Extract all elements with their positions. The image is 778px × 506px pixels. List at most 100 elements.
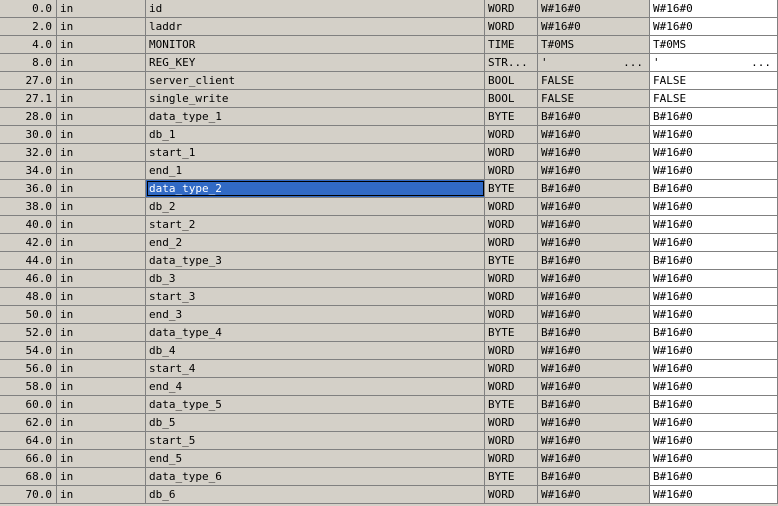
data-type-cell[interactable]: BYTE: [485, 180, 538, 197]
data-type-cell[interactable]: WORD: [485, 126, 538, 143]
initial-value-cell[interactable]: W#16#0: [538, 126, 650, 143]
initial-value-cell[interactable]: B#16#0: [538, 468, 650, 485]
table-row[interactable]: 4.0 in MONITOR TIME T#0MS T#0MS: [0, 36, 778, 54]
initial-value-cell[interactable]: B#16#0: [538, 252, 650, 269]
declaration-cell[interactable]: in: [57, 144, 146, 161]
table-row[interactable]: 2.0 in laddr WORD W#16#0 W#16#0: [0, 18, 778, 36]
initial-value-cell[interactable]: W#16#0: [538, 486, 650, 503]
initial-value-cell[interactable]: W#16#0: [538, 450, 650, 467]
table-row[interactable]: 58.0 in end_4 WORD W#16#0 W#16#0: [0, 378, 778, 396]
table-row[interactable]: 36.0 in data_type_2 BYTE B#16#0 B#16#0: [0, 180, 778, 198]
table-row[interactable]: 27.0 in server_client BOOL FALSE FALSE: [0, 72, 778, 90]
initial-value-cell[interactable]: B#16#0: [538, 180, 650, 197]
actual-value-cell[interactable]: FALSE: [650, 90, 778, 107]
declaration-cell[interactable]: in: [57, 198, 146, 215]
actual-value-cell[interactable]: B#16#0: [650, 396, 778, 413]
data-type-cell[interactable]: WORD: [485, 162, 538, 179]
table-row[interactable]: 70.0 in db_6 WORD W#16#0 W#16#0: [0, 486, 778, 504]
actual-value-cell[interactable]: W#16#0: [650, 432, 778, 449]
data-type-cell[interactable]: STR...: [485, 54, 538, 71]
declaration-cell[interactable]: in: [57, 324, 146, 341]
table-row[interactable]: 52.0 in data_type_4 BYTE B#16#0 B#16#0: [0, 324, 778, 342]
data-type-cell[interactable]: WORD: [485, 360, 538, 377]
declaration-cell[interactable]: in: [57, 360, 146, 377]
variable-name-cell[interactable]: start_4: [146, 360, 485, 377]
variable-name-cell[interactable]: db_2: [146, 198, 485, 215]
table-row[interactable]: 40.0 in start_2 WORD W#16#0 W#16#0: [0, 216, 778, 234]
variable-name-cell[interactable]: start_2: [146, 216, 485, 233]
actual-value-cell[interactable]: B#16#0: [650, 468, 778, 485]
actual-value-cell[interactable]: B#16#0: [650, 108, 778, 125]
actual-value-cell[interactable]: W#16#0: [650, 126, 778, 143]
declaration-cell[interactable]: in: [57, 162, 146, 179]
initial-value-cell[interactable]: W#16#0: [538, 306, 650, 323]
declaration-cell[interactable]: in: [57, 432, 146, 449]
declaration-cell[interactable]: in: [57, 342, 146, 359]
data-type-cell[interactable]: WORD: [485, 414, 538, 431]
ellipsis-button[interactable]: ...: [751, 54, 771, 71]
table-row[interactable]: 66.0 in end_5 WORD W#16#0 W#16#0: [0, 450, 778, 468]
actual-value-cell[interactable]: T#0MS: [650, 36, 778, 53]
data-type-cell[interactable]: BYTE: [485, 396, 538, 413]
declaration-cell[interactable]: in: [57, 396, 146, 413]
variable-name-cell[interactable]: data_type_1: [146, 108, 485, 125]
data-type-cell[interactable]: BYTE: [485, 468, 538, 485]
data-type-cell[interactable]: BOOL: [485, 72, 538, 89]
variable-name-cell[interactable]: db_1: [146, 126, 485, 143]
declaration-cell[interactable]: in: [57, 270, 146, 287]
actual-value-cell[interactable]: W#16#0: [650, 306, 778, 323]
table-row[interactable]: 60.0 in data_type_5 BYTE B#16#0 B#16#0: [0, 396, 778, 414]
data-type-cell[interactable]: WORD: [485, 198, 538, 215]
table-row[interactable]: 27.1 in single_write BOOL FALSE FALSE: [0, 90, 778, 108]
actual-value-cell[interactable]: FALSE: [650, 72, 778, 89]
declaration-cell[interactable]: in: [57, 54, 146, 71]
declaration-cell[interactable]: in: [57, 486, 146, 503]
data-type-cell[interactable]: WORD: [485, 450, 538, 467]
declaration-cell[interactable]: in: [57, 216, 146, 233]
variable-name-cell[interactable]: end_1: [146, 162, 485, 179]
variable-name-cell[interactable]: server_client: [146, 72, 485, 89]
initial-value-cell[interactable]: W#16#0: [538, 198, 650, 215]
actual-value-cell[interactable]: '...: [650, 54, 778, 71]
variable-name-cell[interactable]: MONITOR: [146, 36, 485, 53]
variable-name-cell[interactable]: data_type_3: [146, 252, 485, 269]
data-type-cell[interactable]: WORD: [485, 18, 538, 35]
table-row[interactable]: 56.0 in start_4 WORD W#16#0 W#16#0: [0, 360, 778, 378]
table-row[interactable]: 54.0 in db_4 WORD W#16#0 W#16#0: [0, 342, 778, 360]
declaration-cell[interactable]: in: [57, 126, 146, 143]
table-row[interactable]: 38.0 in db_2 WORD W#16#0 W#16#0: [0, 198, 778, 216]
variable-name-cell[interactable]: db_3: [146, 270, 485, 287]
initial-value-cell[interactable]: W#16#0: [538, 360, 650, 377]
data-type-cell[interactable]: BYTE: [485, 324, 538, 341]
table-row[interactable]: 46.0 in db_3 WORD W#16#0 W#16#0: [0, 270, 778, 288]
initial-value-cell[interactable]: B#16#0: [538, 324, 650, 341]
actual-value-cell[interactable]: W#16#0: [650, 18, 778, 35]
table-row[interactable]: 44.0 in data_type_3 BYTE B#16#0 B#16#0: [0, 252, 778, 270]
declaration-cell[interactable]: in: [57, 306, 146, 323]
data-type-cell[interactable]: BOOL: [485, 90, 538, 107]
data-type-cell[interactable]: WORD: [485, 306, 538, 323]
table-row[interactable]: 68.0 in data_type_6 BYTE B#16#0 B#16#0: [0, 468, 778, 486]
table-row[interactable]: 32.0 in start_1 WORD W#16#0 W#16#0: [0, 144, 778, 162]
declaration-cell[interactable]: in: [57, 18, 146, 35]
variable-name-cell[interactable]: laddr: [146, 18, 485, 35]
actual-value-cell[interactable]: W#16#0: [650, 234, 778, 251]
data-type-cell[interactable]: WORD: [485, 0, 538, 17]
variable-name-cell[interactable]: data_type_5: [146, 396, 485, 413]
table-row[interactable]: 28.0 in data_type_1 BYTE B#16#0 B#16#0: [0, 108, 778, 126]
declaration-cell[interactable]: in: [57, 468, 146, 485]
actual-value-cell[interactable]: W#16#0: [650, 288, 778, 305]
declaration-cell[interactable]: in: [57, 234, 146, 251]
actual-value-cell[interactable]: W#16#0: [650, 360, 778, 377]
declaration-cell[interactable]: in: [57, 450, 146, 467]
actual-value-cell[interactable]: W#16#0: [650, 0, 778, 17]
variable-name-cell[interactable]: data_type_6: [146, 468, 485, 485]
initial-value-cell[interactable]: W#16#0: [538, 162, 650, 179]
table-row[interactable]: 42.0 in end_2 WORD W#16#0 W#16#0: [0, 234, 778, 252]
initial-value-cell[interactable]: W#16#0: [538, 378, 650, 395]
initial-value-cell[interactable]: W#16#0: [538, 432, 650, 449]
ellipsis-button[interactable]: ...: [623, 54, 643, 71]
initial-value-cell[interactable]: W#16#0: [538, 414, 650, 431]
data-type-cell[interactable]: WORD: [485, 432, 538, 449]
variable-name-cell[interactable]: end_4: [146, 378, 485, 395]
